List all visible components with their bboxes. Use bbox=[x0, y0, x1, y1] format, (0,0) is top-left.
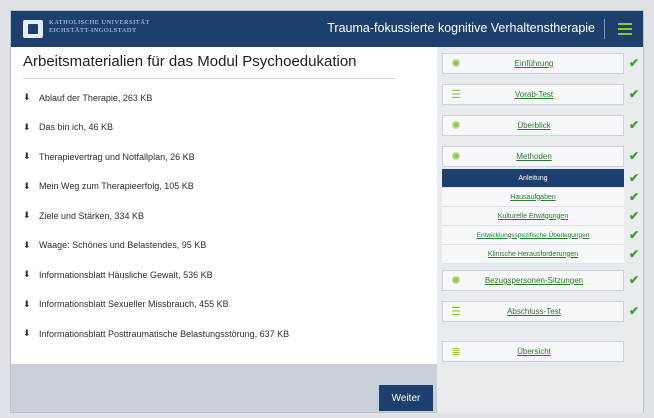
check-icon: ✔ bbox=[629, 149, 640, 163]
check-icon: ✔ bbox=[629, 228, 640, 242]
download-icon: ⬇ bbox=[23, 239, 31, 250]
lightbulb-icon: ✺ bbox=[451, 120, 461, 132]
nav-label: Bezugspersonen-Sitzungen bbox=[484, 276, 584, 285]
download-list: ⬇ Ablauf der Therapie, 263 KB ⬇ Das bin ic… bbox=[23, 83, 421, 349]
check-icon: ✔ bbox=[629, 118, 640, 132]
check-icon: ✔ bbox=[629, 87, 640, 101]
nav-label: Überblick bbox=[517, 121, 551, 130]
nav-item-bezugspersonen-sitzungen[interactable]: ✺ Bezugspersonen-Sitzungen bbox=[442, 270, 624, 291]
page-title: Arbeitsmaterialien für das Modul Psychoe… bbox=[23, 53, 395, 79]
download-label: Informationsblatt Sexueller Missbrauch, … bbox=[39, 299, 229, 310]
subnav-item-kulturelle-erwaegungen[interactable]: Kulturelle Erwägungen bbox=[442, 207, 624, 226]
hamburger-menu-icon[interactable] bbox=[613, 19, 637, 39]
download-label: Ziele und Stärken, 334 KB bbox=[39, 210, 145, 221]
download-label: Ablauf der Therapie, 263 KB bbox=[39, 92, 153, 103]
download-icon: ⬇ bbox=[23, 269, 31, 280]
header-bar: KATHOLISCHE UNIVERSITÄT EICHSTÄTT-INGOLS… bbox=[11, 11, 643, 47]
nav-label: Einführung bbox=[514, 59, 554, 68]
check-icon: ✔ bbox=[629, 209, 640, 223]
course-title: Trauma-fokussierte kognitive Verhaltenst… bbox=[327, 21, 595, 35]
app-frame: KATHOLISCHE UNIVERSITÄT EICHSTÄTT-INGOLS… bbox=[10, 10, 644, 413]
download-icon: ⬇ bbox=[23, 92, 31, 103]
subnav-item-entwicklungsspezifische-ueberlegungen[interactable]: Entwicklungsspezifische Überlegungen bbox=[442, 226, 624, 245]
nav-label: Übersicht bbox=[517, 347, 551, 356]
nav-item-uebersicht[interactable]: ≣ Übersicht bbox=[442, 341, 624, 362]
download-label: Mein Weg zum Therapieerfolg, 105 KB bbox=[39, 181, 194, 192]
university-logo bbox=[23, 20, 43, 38]
download-label: Therapievertrag und Notfallplan, 26 KB bbox=[39, 151, 195, 162]
lightbulb-icon: ✺ bbox=[451, 58, 461, 70]
download-item[interactable]: ⬇ Ablauf der Therapie, 263 KB bbox=[23, 83, 421, 113]
nav-label: Vorab-Test bbox=[514, 90, 554, 99]
check-icon: ✔ bbox=[629, 190, 640, 204]
nav-item-abschluss-test[interactable]: ☰ Abschluss-Test bbox=[442, 301, 624, 322]
module-sidebar: ✺ Einführung ✔ ☰ Vorab-Test ✔ ✺ Überblic… bbox=[437, 47, 643, 413]
download-label: Waage: Schönes und Belastendes, 95 KB bbox=[39, 240, 207, 251]
nav-item-methoden[interactable]: ✺ Methoden bbox=[442, 146, 624, 167]
download-item[interactable]: ⬇ Mein Weg zum Therapieerfolg, 105 KB bbox=[23, 172, 421, 202]
download-label: Informationsblatt Posttraumatische Belas… bbox=[39, 328, 290, 339]
download-item[interactable]: ⬇ Das bin ich, 46 KB bbox=[23, 113, 421, 143]
download-item[interactable]: ⬇ Ziele und Stärken, 334 KB bbox=[23, 201, 421, 231]
subnav-item-hausaufgaben[interactable]: Hausaufgaben bbox=[442, 188, 624, 207]
nav-label: Abschluss-Test bbox=[507, 307, 561, 316]
nav-item-vorab-test[interactable]: ☰ Vorab-Test bbox=[442, 84, 624, 105]
download-label: Das bin ich, 46 KB bbox=[39, 122, 114, 133]
download-item[interactable]: ⬇ Waage: Schönes und Belastendes, 95 KB bbox=[23, 231, 421, 261]
university-name: KATHOLISCHE UNIVERSITÄT EICHSTÄTT-INGOLS… bbox=[49, 19, 150, 34]
download-icon: ⬇ bbox=[23, 298, 31, 309]
subnav-item-anleitung[interactable]: Anleitung bbox=[442, 169, 624, 188]
download-icon: ⬇ bbox=[23, 328, 31, 339]
check-icon: ✔ bbox=[629, 247, 640, 261]
download-item[interactable]: ⬇ Informationsblatt Sexueller Missbrauch,… bbox=[23, 290, 421, 320]
next-button[interactable]: Weiter bbox=[379, 385, 433, 411]
checklist-icon: ☰ bbox=[451, 306, 461, 318]
check-icon: ✔ bbox=[629, 304, 640, 318]
download-item[interactable]: ⬇ Informationsblatt Posttraumatische Bela… bbox=[23, 319, 421, 349]
header-divider bbox=[604, 19, 605, 39]
bottom-bar bbox=[11, 364, 437, 412]
nav-label: Methoden bbox=[516, 152, 552, 161]
download-item[interactable]: ⬇ Therapievertrag und Notfallplan, 26 KB bbox=[23, 142, 421, 172]
nav-item-einfuehrung[interactable]: ✺ Einführung bbox=[442, 53, 624, 74]
download-icon: ⬇ bbox=[23, 210, 31, 221]
check-icon: ✔ bbox=[629, 273, 640, 287]
chat-icon: ✺ bbox=[451, 275, 461, 287]
nav-item-ueberblick[interactable]: ✺ Überblick bbox=[442, 115, 624, 136]
subnav-item-klinische-herausforderungen[interactable]: Klinische Herausforderungen bbox=[442, 245, 624, 264]
check-icon: ✔ bbox=[629, 56, 640, 70]
download-label: Informationsblatt Häusliche Gewalt, 536 … bbox=[39, 269, 213, 280]
checklist-icon: ☰ bbox=[451, 89, 461, 101]
download-icon: ⬇ bbox=[23, 180, 31, 191]
download-item[interactable]: ⬇ Informationsblatt Häusliche Gewalt, 536… bbox=[23, 260, 421, 290]
main-content: Arbeitsmaterialien für das Modul Psychoe… bbox=[23, 53, 421, 349]
download-icon: ⬇ bbox=[23, 151, 31, 162]
check-icon: ✔ bbox=[629, 171, 640, 185]
download-icon: ⬇ bbox=[23, 121, 31, 132]
list-icon: ≣ bbox=[451, 346, 461, 358]
lightbulb-icon: ✺ bbox=[451, 151, 461, 163]
